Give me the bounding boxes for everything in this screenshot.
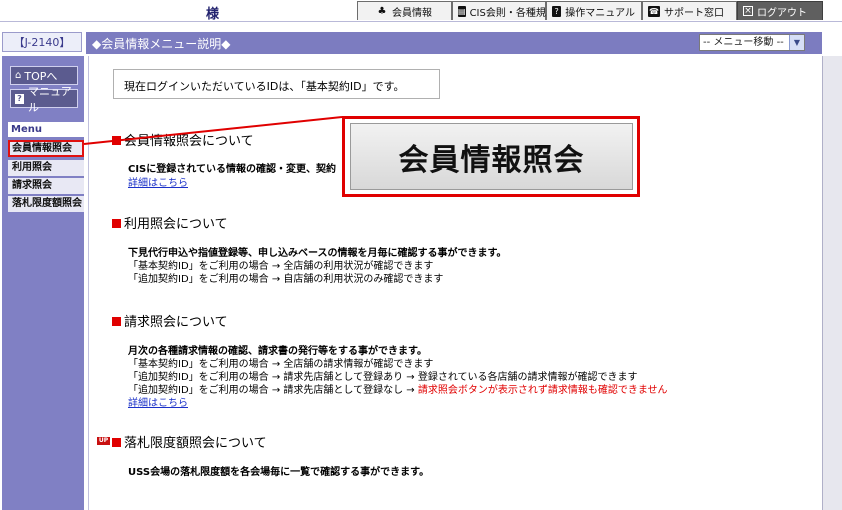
callout-connector xyxy=(83,116,343,145)
zoom-callout: 会員情報照会 xyxy=(342,116,640,197)
callout-button-image: 会員情報照会 xyxy=(350,123,633,190)
